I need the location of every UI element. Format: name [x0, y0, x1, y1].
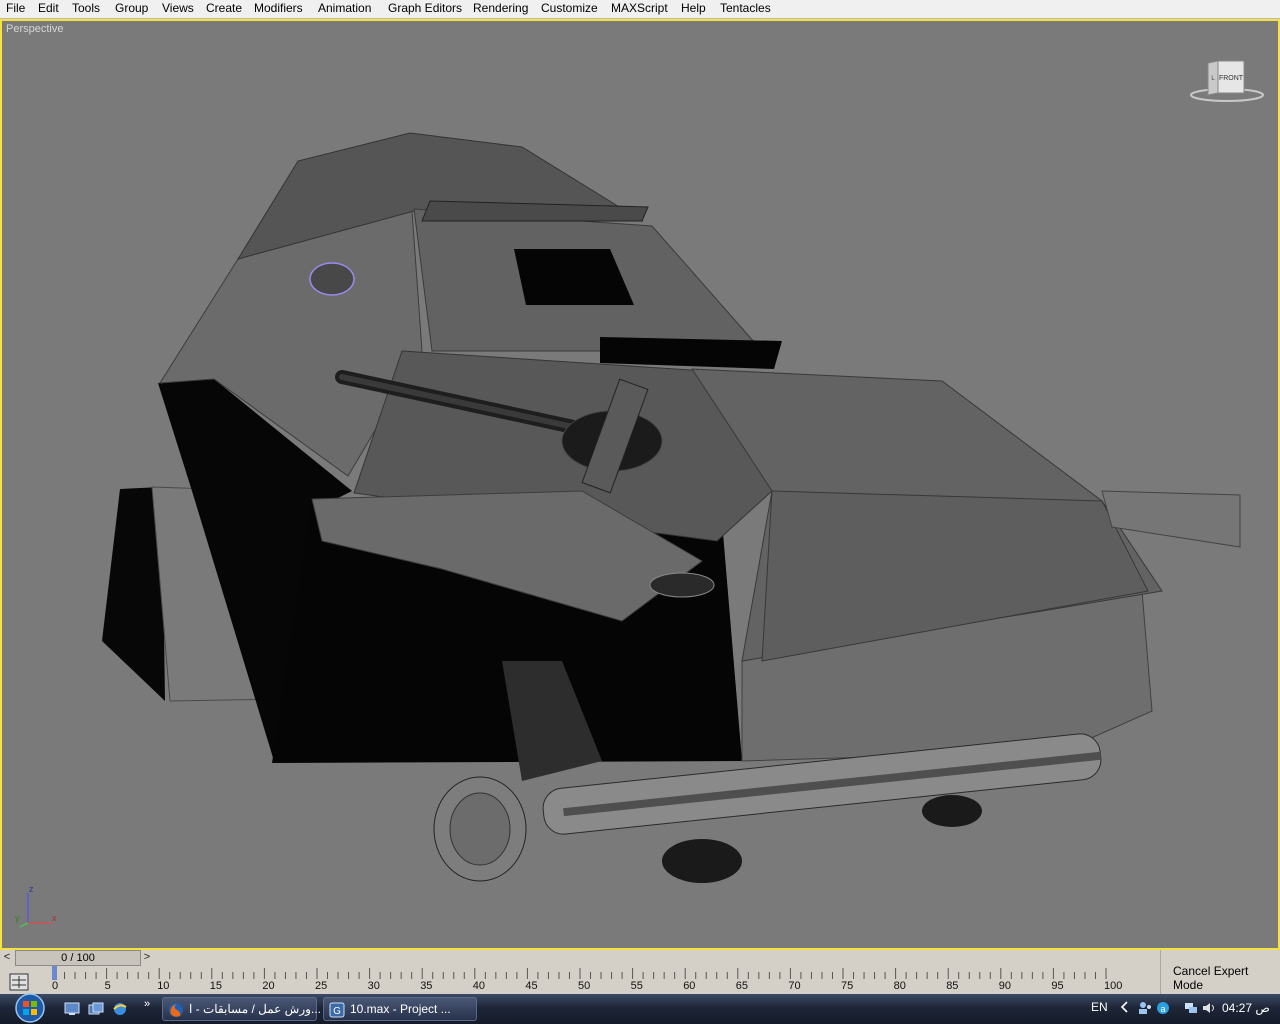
track-tick-label: 20 — [262, 980, 275, 992]
network-users-icon[interactable] — [1138, 1001, 1152, 1015]
show-desktop-icon[interactable] — [64, 1002, 80, 1016]
axis-z-label: z — [29, 884, 34, 894]
track-tick-label: 30 — [367, 980, 380, 992]
volume-icon[interactable] — [1202, 1001, 1216, 1015]
menu-edit[interactable]: Edit — [38, 1, 59, 16]
track-tick-label: 70 — [788, 980, 801, 992]
windows-taskbar: » ورش عمل / مسابقات - ا... G 10.max - Pr… — [0, 992, 1280, 1024]
track-tick-label: 25 — [315, 980, 328, 992]
menu-modifiers[interactable]: Modifiers — [254, 1, 303, 16]
start-button-icon[interactable] — [10, 992, 50, 1024]
menu-file[interactable]: File — [6, 1, 25, 16]
time-slider: < 0 / 100 > — [0, 950, 1160, 966]
current-frame-marker[interactable] — [52, 966, 57, 980]
menu-rendering[interactable]: Rendering — [473, 1, 528, 16]
track-tick-label: 15 — [209, 980, 223, 992]
menu-group[interactable]: Group — [115, 1, 148, 16]
language-indicator[interactable]: EN — [1091, 1000, 1108, 1014]
axis-tripod-icon: z x y — [15, 884, 57, 928]
track-tick-label: 50 — [578, 980, 591, 992]
track-tick-label: 40 — [472, 980, 486, 992]
menu-tentacles[interactable]: Tentacles — [720, 1, 771, 16]
menu-graph-editors[interactable]: Graph Editors — [388, 1, 462, 16]
perspective-viewport[interactable]: Perspective FRONT L z x y — [0, 19, 1280, 950]
menu-customize[interactable]: Customize — [541, 1, 598, 16]
track-tick-label: 10 — [157, 980, 170, 992]
track-tick-label: 35 — [420, 980, 433, 992]
track-tick-label: 75 — [841, 980, 854, 992]
track-tick-label: 60 — [683, 980, 696, 992]
network-icon[interactable] — [1184, 1001, 1198, 1015]
internet-explorer-icon[interactable] — [112, 1002, 128, 1016]
track-bar[interactable]: 0 5 10 15 20 25 30 35 40 45 50 55 60 65 70 75 80 85 90 95 10… — [0, 966, 1160, 994]
skype-icon[interactable]: a — [1156, 1001, 1170, 1015]
menu-create[interactable]: Create — [206, 1, 242, 16]
mini-curve-editor-icon[interactable] — [8, 972, 30, 992]
menu-bar: File Edit Tools Group Views Create Modif… — [0, 0, 1280, 19]
menu-views[interactable]: Views — [162, 1, 194, 16]
track-tick-label: 45 — [525, 980, 538, 992]
menu-tools[interactable]: Tools — [72, 1, 100, 16]
track-tick-label: 65 — [735, 980, 749, 992]
track-tick-label: 90 — [998, 980, 1012, 992]
svg-text:a: a — [1160, 1004, 1165, 1014]
firefox-icon — [169, 1003, 183, 1017]
quicklaunch-more-button[interactable]: » — [144, 998, 150, 1010]
cancel-expert-mode-button[interactable]: Cancel Expert Mode — [1173, 964, 1280, 992]
track-tick-label: 100 — [1104, 980, 1123, 992]
time-next-button[interactable]: > — [140, 950, 154, 965]
svg-text:G: G — [333, 1006, 341, 1017]
track-tick-label: 95 — [1051, 980, 1064, 992]
menu-maxscript[interactable]: MAXScript — [611, 1, 668, 16]
clock[interactable]: 04:27 ص — [1222, 1001, 1270, 1015]
menu-help[interactable]: Help — [681, 1, 706, 16]
taskbar-item-label: 10.max - Project ... — [350, 1002, 451, 1016]
expert-mode-panel: Cancel Expert Mode — [1160, 950, 1280, 994]
time-prev-button[interactable]: < — [0, 950, 14, 965]
track-tick-label: 0 — [52, 980, 59, 992]
axis-x-label: x — [52, 913, 57, 923]
track-tick-label: 85 — [946, 980, 959, 992]
time-slider-thumb[interactable]: 0 / 100 — [15, 950, 141, 966]
vehicle-model[interactable] — [2, 21, 1278, 948]
track-tick-label: 55 — [630, 980, 643, 992]
taskbar-item-label: ورش عمل / مسابقات - ا... — [189, 1002, 321, 1016]
viewport-label[interactable]: Perspective — [6, 23, 63, 35]
menu-animation[interactable]: Animation — [318, 1, 371, 16]
track-tick-label: 5 — [104, 980, 111, 992]
switch-windows-icon[interactable] — [88, 1002, 104, 1016]
3dsmax-icon: G — [329, 1002, 345, 1018]
track-tick-label: 80 — [893, 980, 906, 992]
taskbar-item-firefox[interactable]: ورش عمل / مسابقات - ا... — [162, 997, 321, 1021]
tray-chevron-icon[interactable] — [1120, 1001, 1130, 1013]
taskbar-item-3dsmax[interactable]: G 10.max - Project ... — [323, 997, 477, 1021]
axis-y-label: y — [15, 913, 20, 923]
viewcube-front-label: FRONT — [1219, 75, 1244, 82]
viewcube-icon[interactable]: FRONT L — [1188, 59, 1266, 103]
